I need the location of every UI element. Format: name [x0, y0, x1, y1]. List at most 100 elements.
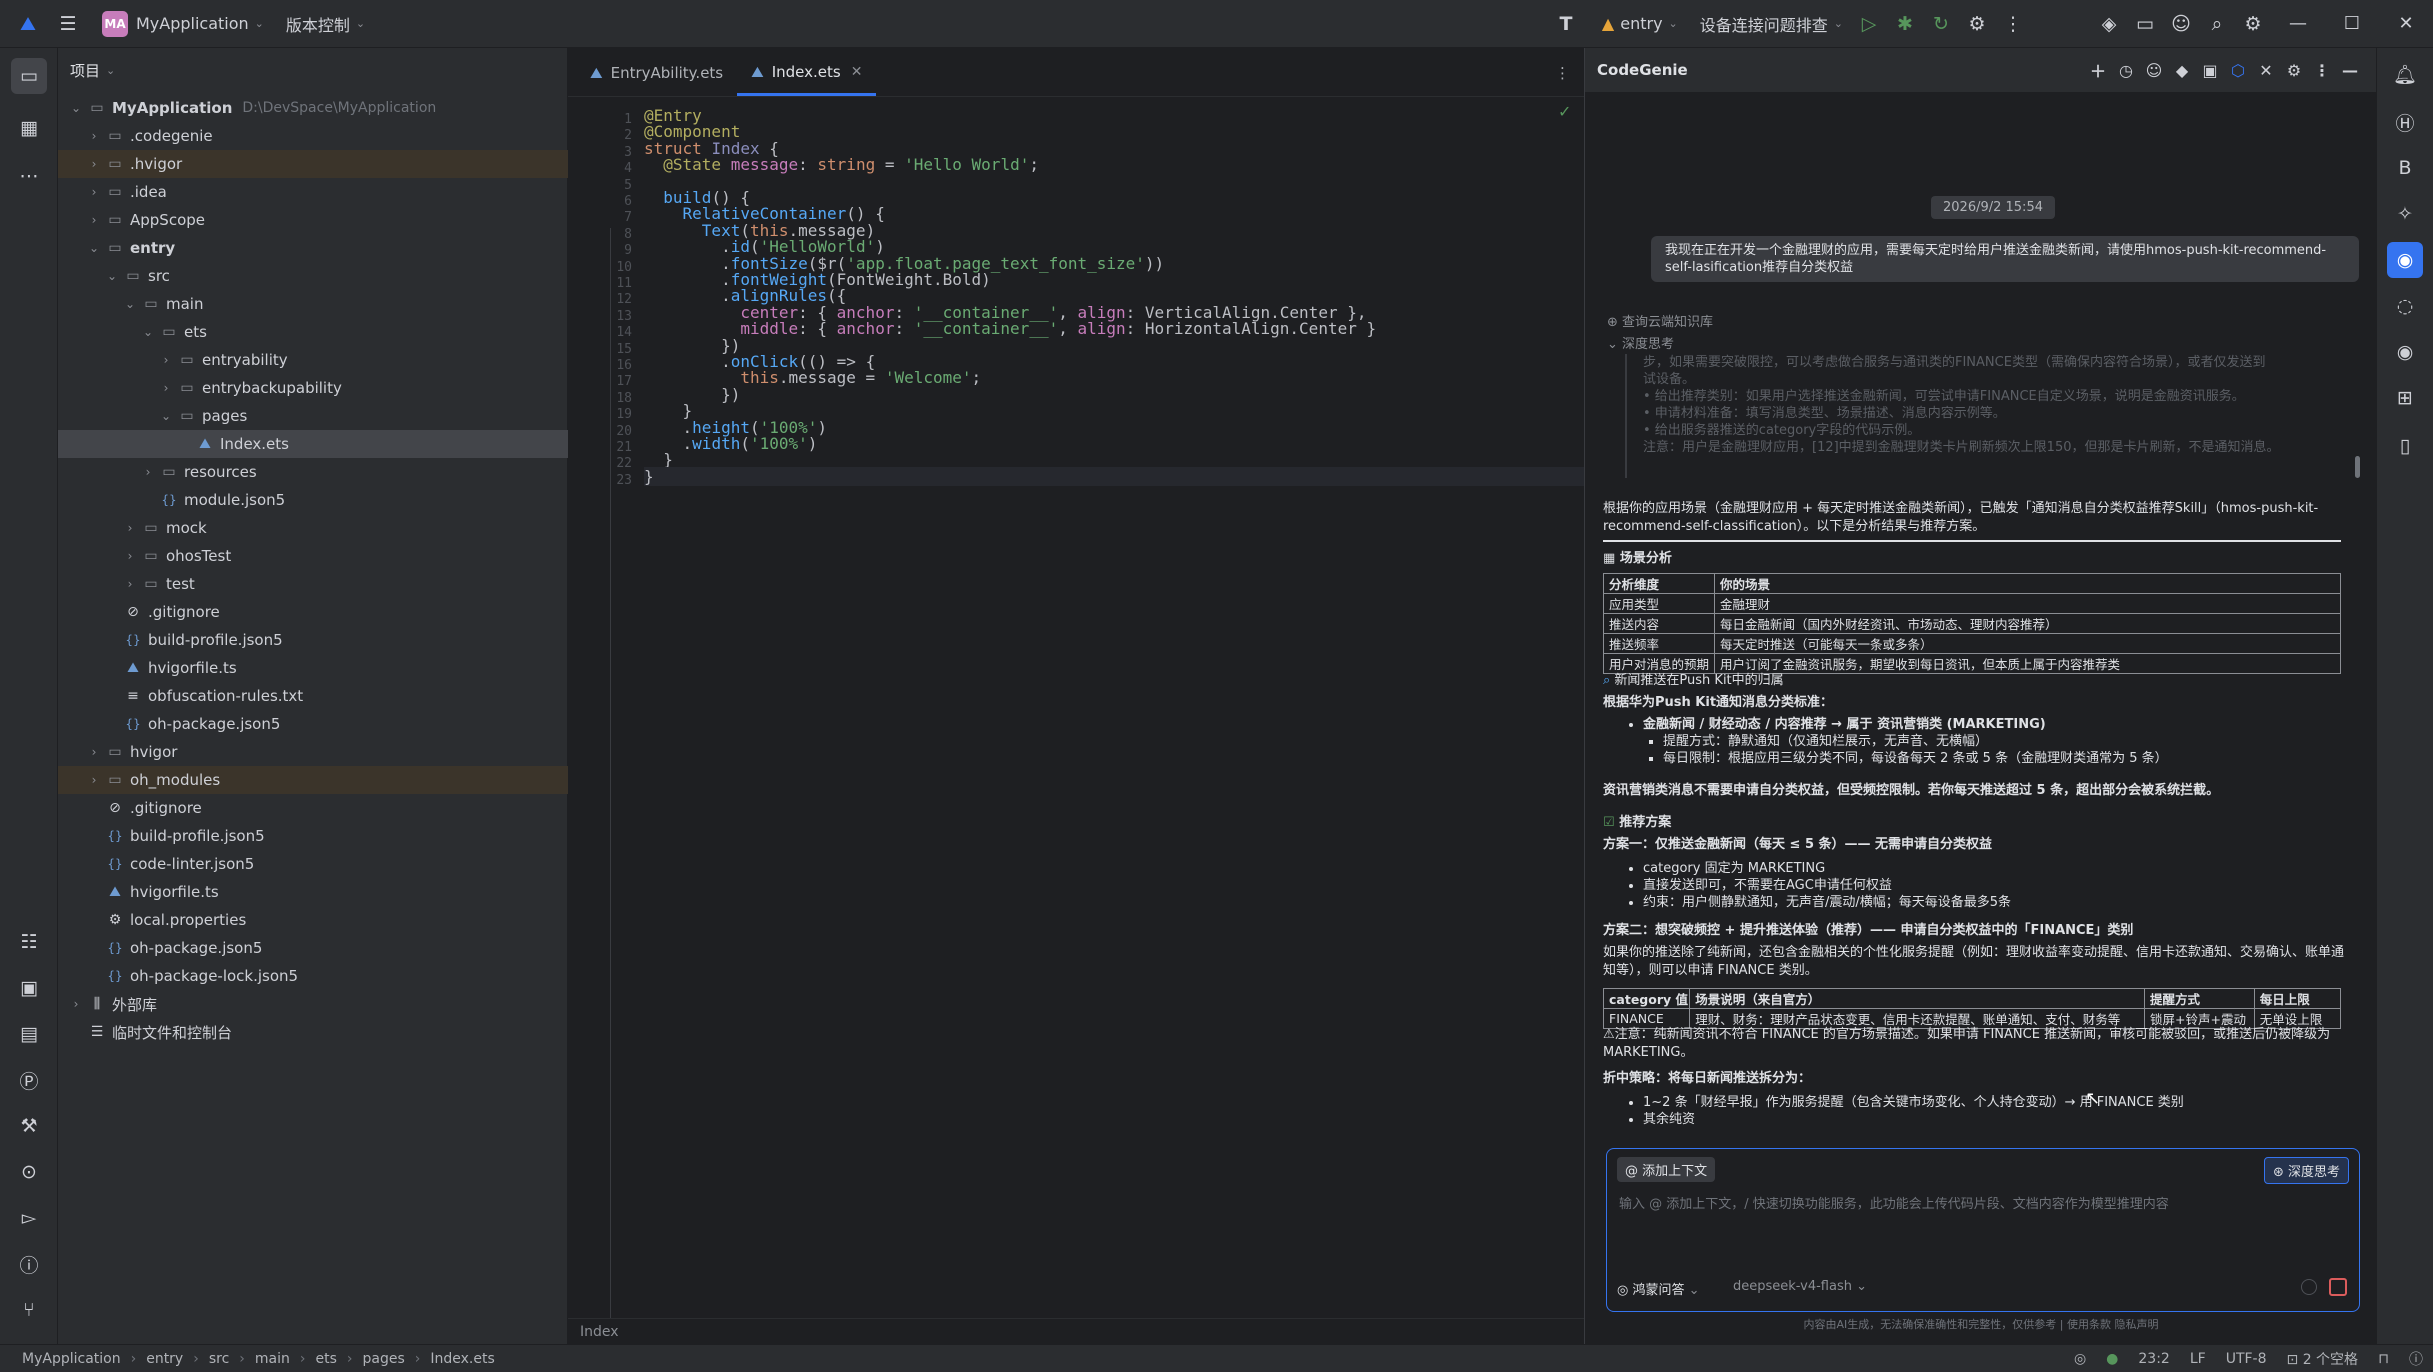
hub-icon[interactable]: ⊞: [2387, 380, 2423, 416]
deep-think-button[interactable]: ⊛ 深度思考: [2263, 1157, 2349, 1184]
file-encoding[interactable]: UTF-8: [2216, 1351, 2277, 1367]
eye-icon[interactable]: ◉: [2387, 334, 2423, 370]
chevron-right-icon[interactable]: ›: [84, 157, 104, 171]
search-icon[interactable]: ⌕: [2199, 6, 2235, 42]
profiler-icon[interactable]: ⚙: [1959, 6, 1995, 42]
tree-row[interactable]: ☰ 临时文件和控制台: [58, 1018, 576, 1046]
profiler-p-icon[interactable]: Ⓟ: [11, 1062, 47, 1098]
indent-setting[interactable]: ⊡ 2 个空格: [2277, 1349, 2369, 1369]
problems-icon[interactable]: ⓘ: [11, 1246, 47, 1282]
tabs-more-icon[interactable]: ⋮: [1541, 50, 1584, 96]
chevron-right-icon[interactable]: ›: [66, 997, 86, 1011]
minimize-button[interactable]: —: [2271, 0, 2325, 48]
todo-icon[interactable]: ☷: [11, 924, 47, 960]
tab-entryability[interactable]: ⛰ EntryAbility.ets: [576, 50, 737, 96]
tree-row[interactable]: ⌄ ▭ main: [58, 290, 630, 318]
chevron-down-icon[interactable]: ⌄: [156, 409, 176, 423]
chevron-down-icon[interactable]: ⌄: [102, 269, 122, 283]
mode-selector[interactable]: ◎ 鸿蒙问答 ⌄: [1617, 1279, 1700, 1298]
tools-icon[interactable]: ✕: [2252, 56, 2280, 84]
project-switcher[interactable]: MA MyApplication ⌄: [94, 7, 272, 41]
new-chat-icon[interactable]: ＋: [2084, 56, 2112, 84]
chat-input-placeholder[interactable]: 输入 @ 添加上下文，/ 快速切换功能服务，此功能会上传代码片段、文档内容作为模…: [1619, 1193, 2339, 1212]
chevron-right-icon[interactable]: ›: [84, 745, 104, 759]
run-icon[interactable]: ▷: [1851, 6, 1887, 42]
tree-row[interactable]: › ▭ .hvigor: [58, 150, 594, 178]
account-icon[interactable]: ☺: [2163, 6, 2199, 42]
main-menu-icon[interactable]: ☰: [50, 6, 86, 42]
tree-row[interactable]: {} oh-package.json5: [58, 710, 612, 738]
help-icon[interactable]: ⓘ: [2399, 1349, 2433, 1369]
maximize-button[interactable]: ☐: [2325, 0, 2379, 48]
editor-breadcrumb[interactable]: Index: [568, 1318, 1584, 1344]
tree-row[interactable]: › ▭ mock: [58, 514, 630, 542]
chevron-right-icon[interactable]: ›: [120, 549, 140, 563]
chat-input-box[interactable]: @ 添加上下文 ⊛ 深度思考 输入 @ 添加上下文，/ 快速切换功能服务，此功能…: [1606, 1148, 2360, 1312]
codegenie-icon[interactable]: ◉: [2387, 242, 2423, 278]
code-line[interactable]: middle: { anchor: '__container__', align…: [644, 319, 1376, 338]
chevron-down-icon[interactable]: ⌄: [120, 297, 140, 311]
thinking-scrollbar[interactable]: [2355, 456, 2360, 478]
git-branch-icon[interactable]: ⑂: [11, 1292, 47, 1328]
hide-panel-icon[interactable]: —: [2336, 56, 2364, 84]
tree-row[interactable]: ⌄ ▭ src: [58, 262, 612, 290]
tree-row[interactable]: › ▭ hvigor: [58, 738, 594, 766]
chevron-right-icon[interactable]: ›: [84, 213, 104, 227]
cursor-position[interactable]: 23:2: [2128, 1351, 2179, 1367]
device-manager-icon[interactable]: ◈: [2091, 6, 2127, 42]
chevron-down-icon[interactable]: ⌄: [66, 101, 86, 115]
breadcrumb-item[interactable]: Index.ets: [426, 1351, 498, 1367]
sync-status-icon[interactable]: ●: [2096, 1351, 2128, 1367]
chevron-right-icon[interactable]: ›: [84, 185, 104, 199]
build-hammer-icon[interactable]: ⚒: [11, 1108, 47, 1144]
tree-row[interactable]: ⛰ hvigorfile.ts: [58, 654, 612, 682]
breadcrumb-item[interactable]: ets: [312, 1351, 341, 1367]
tree-row[interactable]: ≡ obfuscation-rules.txt: [58, 682, 612, 710]
debug-icon[interactable]: ✱: [1887, 6, 1923, 42]
code-line[interactable]: }: [644, 466, 1584, 486]
tree-row[interactable]: {} code-linter.json5: [58, 850, 594, 878]
stop-button[interactable]: [2329, 1278, 2347, 1296]
tree-row[interactable]: {} module.json5: [58, 486, 648, 514]
settings-icon[interactable]: ⚙: [2235, 6, 2271, 42]
tree-row[interactable]: ⌄ ▭ entry: [58, 234, 594, 262]
tree-row[interactable]: {} oh-package-lock.json5: [58, 962, 594, 990]
translate-icon[interactable]: T: [1548, 6, 1584, 42]
tree-row[interactable]: ⛰ hvigorfile.ts: [58, 878, 594, 906]
tree-row[interactable]: › ▭ .idea: [58, 178, 594, 206]
notifications-icon[interactable]: 🔔︎: [2387, 56, 2423, 92]
run-config-selector[interactable]: ▲ entry ⌄: [1594, 7, 1686, 41]
add-context-button[interactable]: @ 添加上下文: [1617, 1157, 1716, 1182]
chevron-down-icon[interactable]: ⌄: [84, 241, 104, 255]
code-area[interactable]: @Entry @Component struct Index { @State me…: [568, 96, 1584, 1318]
breadcrumb-item[interactable]: entry: [142, 1351, 187, 1367]
swirl-icon[interactable]: ◌: [2387, 288, 2423, 324]
terminal-icon[interactable]: ▻: [11, 1200, 47, 1236]
tree-row[interactable]: {} build-profile.json5: [58, 822, 594, 850]
model-selector[interactable]: deepseek-v4-flash ⌄: [1733, 1279, 1867, 1294]
device-preview-icon[interactable]: ▯: [2387, 428, 2423, 464]
history-icon[interactable]: ◷: [2112, 56, 2140, 84]
line-separator[interactable]: LF: [2180, 1351, 2216, 1367]
cube-icon[interactable]: ⬡: [2224, 56, 2252, 84]
knowledge-icon[interactable]: ◆: [2168, 56, 2196, 84]
tree-row[interactable]: ⊘ .gitignore: [58, 598, 612, 626]
tree-row[interactable]: › ▭ ohosTest: [58, 542, 630, 570]
tree-row[interactable]: › ▭ test: [58, 570, 630, 598]
genie-settings-icon[interactable]: ⚙: [2280, 56, 2308, 84]
breadcrumb-item[interactable]: pages: [359, 1351, 409, 1367]
chevron-down-icon[interactable]: ⌄: [138, 325, 158, 339]
close-tab-icon[interactable]: ✕: [851, 64, 863, 80]
chevron-right-icon[interactable]: ›: [156, 353, 176, 367]
deep-think-toggle[interactable]: ⌄ 深度思考: [1607, 336, 1674, 353]
build-b-icon[interactable]: B: [2387, 150, 2423, 186]
tree-row[interactable]: ⌄ ▭ MyApplication D:\DevSpace\MyApplication: [58, 94, 576, 122]
code-line[interactable]: @State message: string = 'Hello World';: [644, 155, 1039, 174]
export-icon[interactable]: ▣: [2196, 56, 2224, 84]
tree-row[interactable]: › ▭ oh_modules: [58, 766, 594, 794]
more-tools-icon[interactable]: ⋯: [11, 158, 47, 194]
reload-icon[interactable]: ↻: [1923, 6, 1959, 42]
project-panel-header[interactable]: 项目 ⌄: [58, 48, 567, 92]
structure-icon[interactable]: ▦: [11, 110, 47, 146]
tree-row[interactable]: › ▭ resources: [58, 458, 648, 486]
